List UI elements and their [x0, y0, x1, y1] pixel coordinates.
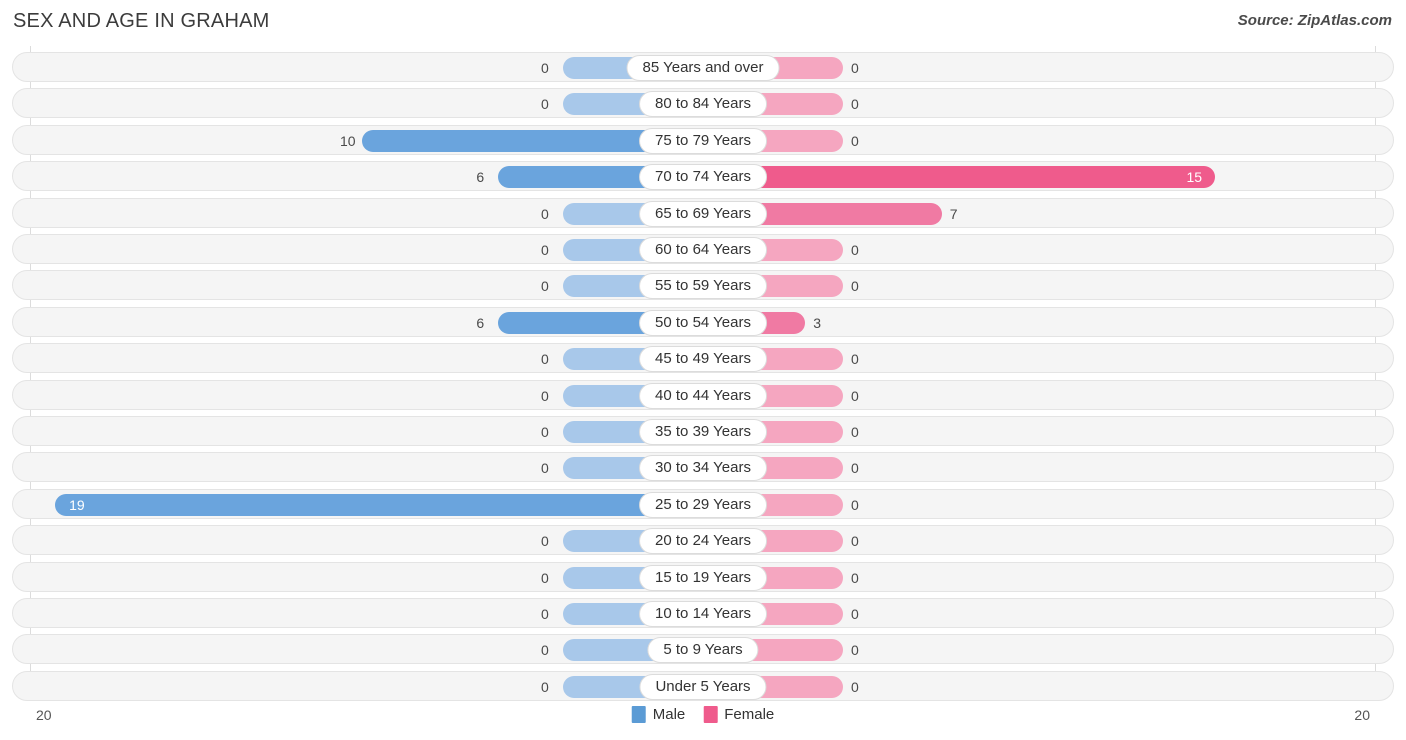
age-group-label: Under 5 Years — [639, 673, 767, 700]
male-value-label: 0 — [541, 424, 549, 440]
age-group-label: 15 to 19 Years — [639, 564, 767, 591]
male-value-label: 0 — [541, 278, 549, 295]
age-group-label: 25 to 29 Years — [639, 491, 767, 518]
table-row[interactable]: 0 0 15 to 19 Years — [12, 561, 1394, 592]
table-row[interactable]: 0 0 30 to 34 Years — [12, 452, 1394, 483]
male-value-label: 0 — [541, 678, 549, 695]
male-value-label: 0 — [541, 351, 549, 368]
age-group-label: 85 Years and over — [626, 55, 780, 81]
table-row[interactable]: 0 0 85 Years and over — [12, 52, 1394, 82]
female-value-label: 0 — [851, 496, 859, 513]
age-group-label: 35 to 39 Years — [639, 419, 767, 445]
legend-swatch-female-icon — [703, 706, 718, 723]
age-group-label: 30 to 34 Years — [639, 455, 767, 482]
female-value-label: 0 — [851, 642, 859, 659]
legend-item-female[interactable]: Female — [703, 706, 774, 723]
male-bar[interactable] — [55, 493, 703, 516]
age-group-label: 10 to 14 Years — [639, 601, 767, 627]
male-value-label: 10 — [340, 132, 356, 149]
male-value-label: 19 — [69, 496, 85, 513]
age-group-label: 45 to 49 Years — [639, 346, 767, 373]
male-value-label: 0 — [541, 569, 549, 586]
male-value-label: 0 — [541, 460, 549, 477]
age-group-label: 20 to 24 Years — [639, 528, 767, 555]
axis-tick-right: 20 — [1354, 707, 1370, 723]
age-group-label: 75 to 79 Years — [639, 127, 767, 154]
female-value-label: 0 — [851, 132, 859, 149]
age-group-label: 40 to 44 Years — [639, 382, 767, 409]
female-value-label: 0 — [851, 60, 859, 76]
legend-label-male: Male — [652, 706, 686, 723]
table-row[interactable]: 10 0 75 to 79 Years — [12, 124, 1394, 155]
male-value-label: 0 — [541, 387, 549, 404]
male-value-label: 0 — [541, 96, 549, 113]
male-value-label: 0 — [541, 533, 549, 550]
female-value-label: 0 — [851, 460, 859, 477]
male-value-label: 0 — [541, 60, 549, 76]
table-row[interactable]: 0 0 10 to 14 Years — [12, 598, 1394, 628]
chart-header: SEX AND AGE IN GRAHAM Source: ZipAtlas.c… — [0, 0, 1406, 46]
female-value-label: 0 — [851, 678, 859, 695]
male-value-label: 0 — [541, 606, 549, 622]
table-row[interactable]: 0 0 60 to 64 Years — [12, 234, 1394, 264]
female-value-label: 0 — [851, 569, 859, 586]
table-row[interactable]: 0 7 65 to 69 Years — [12, 197, 1394, 228]
female-value-label: 0 — [851, 96, 859, 113]
legend-swatch-male-icon — [631, 706, 646, 723]
table-row[interactable]: 0 0 55 to 59 Years — [12, 270, 1394, 301]
age-group-label: 5 to 9 Years — [647, 637, 759, 664]
table-row[interactable]: 0 0 80 to 84 Years — [12, 88, 1394, 119]
source-attribution: Source: ZipAtlas.com — [1237, 12, 1392, 29]
age-group-label: 60 to 64 Years — [639, 237, 767, 263]
table-row[interactable]: 19 0 25 to 29 Years — [12, 488, 1394, 519]
male-value-label: 0 — [541, 242, 549, 258]
axis-tick-left: 20 — [36, 707, 52, 723]
table-row[interactable]: 0 0 20 to 24 Years — [12, 525, 1394, 556]
legend-label-female: Female — [724, 706, 775, 723]
table-row[interactable]: 0 0 Under 5 Years — [12, 670, 1394, 701]
table-row[interactable]: 0 0 5 to 9 Years — [12, 634, 1394, 665]
female-value-label: 0 — [851, 533, 859, 550]
table-row[interactable]: 6 3 50 to 54 Years — [12, 306, 1394, 337]
male-value-label: 6 — [476, 314, 485, 331]
male-value-label: 0 — [541, 642, 549, 659]
table-row[interactable]: 0 0 45 to 49 Years — [12, 343, 1394, 374]
female-value-label: 0 — [851, 424, 859, 440]
population-pyramid-plot: 0 0 85 Years and over 0 0 80 to 84 Years 10 0 75… — [0, 46, 1406, 701]
chart-legend: Male Female — [631, 706, 774, 723]
chart-footer: 20 20 Male Female — [0, 701, 1406, 740]
female-value-label: 0 — [851, 278, 859, 295]
table-row[interactable]: 0 0 40 to 44 Years — [12, 379, 1394, 410]
age-group-label: 80 to 84 Years — [639, 91, 767, 118]
male-value-label: 0 — [541, 205, 549, 222]
age-group-label: 55 to 59 Years — [639, 273, 767, 300]
female-value-label: 0 — [851, 606, 859, 622]
female-value-label: 3 — [813, 314, 822, 331]
table-row[interactable]: 6 15 70 to 74 Years — [12, 161, 1394, 192]
age-group-label: 50 to 54 Years — [639, 309, 767, 336]
page-title: SEX AND AGE IN GRAHAM — [13, 10, 270, 32]
female-value-label: 0 — [851, 351, 859, 368]
legend-item-male[interactable]: Male — [631, 706, 686, 723]
table-row[interactable]: 0 0 35 to 39 Years — [12, 416, 1394, 446]
female-value-label: 15 — [1186, 169, 1203, 186]
female-value-label: 0 — [851, 387, 859, 404]
age-group-label: 70 to 74 Years — [639, 164, 767, 191]
female-bar[interactable] — [703, 166, 1215, 189]
female-value-label: 0 — [851, 242, 859, 258]
female-value-label: 7 — [949, 205, 958, 222]
age-group-label: 65 to 69 Years — [639, 200, 767, 227]
male-value-label: 6 — [476, 169, 485, 186]
